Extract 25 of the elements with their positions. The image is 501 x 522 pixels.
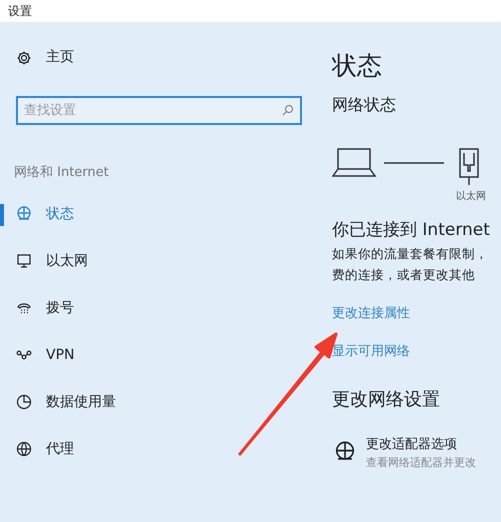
- section-heading: 更改网络设置: [332, 388, 441, 412]
- monitor-icon: [16, 253, 32, 269]
- search-field[interactable]: 查找设置: [16, 96, 302, 125]
- option-title[interactable]: 更改适配器选项: [366, 435, 476, 454]
- page-title: 状态: [332, 50, 383, 82]
- globe-icon: [16, 441, 32, 457]
- sidebar-item[interactable]: 代理: [0, 426, 318, 472]
- search-icon: [282, 104, 294, 116]
- sidebar-item[interactable]: VPN: [0, 332, 318, 378]
- home-link[interactable]: 主页: [46, 47, 74, 68]
- device-label: 以太网: [456, 190, 487, 204]
- sidebar-item[interactable]: 状态: [0, 190, 318, 238]
- sidebar-item[interactable]: 以太网: [0, 238, 318, 284]
- window-title: 设置: [8, 4, 32, 18]
- gear-icon: [16, 50, 32, 66]
- section-label: 网络和 Internet: [14, 164, 110, 182]
- globe-icon: [16, 206, 32, 222]
- section-heading: 网络状态: [332, 94, 397, 116]
- sidebar-item[interactable]: 数据使用量: [0, 378, 318, 426]
- description-text: 如果你的流量套餐有限制，: [332, 245, 489, 263]
- connection-status: 你已连接到 Internet: [332, 218, 491, 242]
- pie-chart-icon: [16, 394, 32, 410]
- sidebar-item[interactable]: 拨号: [0, 284, 318, 332]
- option-subtitle: 查看网络适配器并更改: [366, 454, 476, 470]
- description-text: 费的连接，或者更改其他: [332, 266, 476, 284]
